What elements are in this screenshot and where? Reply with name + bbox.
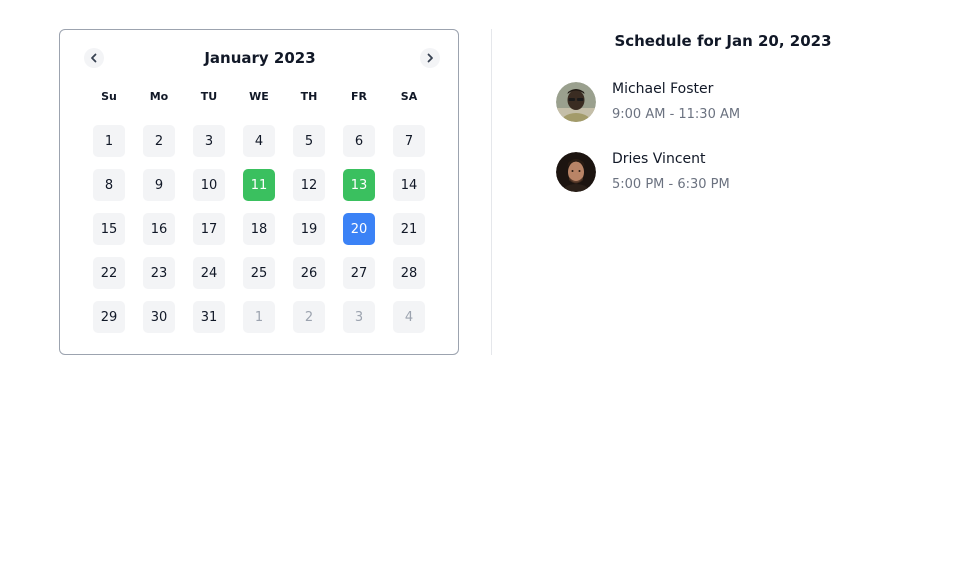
calendar-day[interactable]: 18 bbox=[243, 213, 275, 245]
next-month-button[interactable] bbox=[420, 48, 440, 68]
calendar-day[interactable]: 6 bbox=[343, 125, 375, 157]
event-time: 9:00 AM - 11:30 AM bbox=[612, 107, 741, 122]
calendar-day[interactable]: 7 bbox=[393, 125, 425, 157]
schedule-title: Schedule for Jan 20, 2023 bbox=[614, 32, 832, 50]
calendar-day[interactable]: 23 bbox=[143, 257, 175, 289]
chevron-right-icon bbox=[427, 53, 433, 63]
day-grid: 1 2 3 4 5 6 7 8 9 10 11 12 13 14 15 16 17 18 19 20 21 22 23 24 2… bbox=[93, 125, 425, 333]
calendar-day[interactable]: 12 bbox=[293, 169, 325, 201]
calendar-day-outside[interactable]: 4 bbox=[393, 301, 425, 333]
avatar bbox=[556, 152, 596, 192]
calendar-day[interactable]: 25 bbox=[243, 257, 275, 289]
weekday-label: SA bbox=[400, 90, 418, 103]
calendar-day[interactable]: 21 bbox=[393, 213, 425, 245]
calendar-day[interactable]: 3 bbox=[193, 125, 225, 157]
calendar-day-outside[interactable]: 3 bbox=[343, 301, 375, 333]
calendar-day[interactable]: 27 bbox=[343, 257, 375, 289]
event-time: 5:00 PM - 6:30 PM bbox=[612, 177, 730, 192]
calendar-day[interactable]: 15 bbox=[93, 213, 125, 245]
calendar-day[interactable]: 9 bbox=[143, 169, 175, 201]
event-person-name: Michael Foster bbox=[612, 81, 714, 97]
weekday-label: FR bbox=[351, 90, 367, 103]
calendar-day-event[interactable]: 13 bbox=[343, 169, 375, 201]
weekday-label: Mo bbox=[149, 90, 169, 103]
calendar-day[interactable]: 29 bbox=[93, 301, 125, 333]
schedule-event[interactable]: Dries Vincent 5:00 PM - 6:30 PM bbox=[556, 150, 896, 194]
calendar-day[interactable]: 5 bbox=[293, 125, 325, 157]
calendar-day[interactable]: 14 bbox=[393, 169, 425, 201]
weekday-label: TH bbox=[300, 90, 318, 103]
calendar-day-selected[interactable]: 20 bbox=[343, 213, 375, 245]
calendar-day[interactable]: 4 bbox=[243, 125, 275, 157]
calendar-day[interactable]: 1 bbox=[93, 125, 125, 157]
calendar-day[interactable]: 31 bbox=[193, 301, 225, 333]
weekday-label: TU bbox=[200, 90, 218, 103]
panel-divider bbox=[491, 29, 492, 355]
calendar-day[interactable]: 2 bbox=[143, 125, 175, 157]
calendar-day[interactable]: 28 bbox=[393, 257, 425, 289]
weekday-header-row: Su Mo TU WE TH FR SA bbox=[93, 88, 425, 106]
event-person-name: Dries Vincent bbox=[612, 151, 706, 167]
calendar-day-outside[interactable]: 1 bbox=[243, 301, 275, 333]
calendar-panel: January 2023 Su Mo TU WE TH FR SA 123456… bbox=[59, 29, 459, 355]
calendar-day[interactable]: 8 bbox=[93, 169, 125, 201]
calendar-day[interactable]: 10 bbox=[193, 169, 225, 201]
weekday-label: WE bbox=[249, 90, 269, 103]
calendar-day[interactable]: 24 bbox=[193, 257, 225, 289]
calendar-day[interactable]: 22 bbox=[93, 257, 125, 289]
calendar-day[interactable]: 26 bbox=[293, 257, 325, 289]
calendar-day[interactable]: 30 bbox=[143, 301, 175, 333]
calendar-day[interactable]: 19 bbox=[293, 213, 325, 245]
calendar-day-event[interactable]: 11 bbox=[243, 169, 275, 201]
schedule-event[interactable]: Michael Foster 9:00 AM - 11:30 AM bbox=[556, 80, 896, 124]
calendar-day[interactable]: 16 bbox=[143, 213, 175, 245]
avatar bbox=[556, 82, 596, 122]
month-title: January 2023 bbox=[204, 49, 316, 67]
calendar-day-outside[interactable]: 2 bbox=[293, 301, 325, 333]
weekday-label: Su bbox=[101, 90, 117, 103]
calendar-day[interactable]: 17 bbox=[193, 213, 225, 245]
